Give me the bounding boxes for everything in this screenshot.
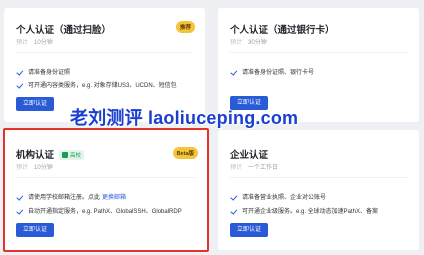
requirement-item: 请准备身份证照、银行卡号 (230, 67, 314, 76)
verify-now-button[interactable]: 立即认证 (230, 223, 268, 237)
time-value: 一个工作日 (248, 165, 279, 171)
requirement-item: 请准备身份证照 (16, 67, 70, 76)
verify-now-button[interactable]: 立即认证 (16, 223, 54, 237)
check-icon (230, 193, 237, 200)
check-icon (230, 207, 237, 214)
requirement-item: 请使用学校邮箱注册。点此 更换邮箱 (16, 192, 126, 201)
divider (16, 52, 193, 53)
check-icon (230, 68, 237, 75)
estimated-time: 预计 10分钟 (16, 37, 53, 46)
requirement-item: 请准备营业执照、企业对公账号 (230, 192, 326, 201)
change-email-link[interactable]: 更换邮箱 (102, 192, 126, 201)
card-title: 个人认证（通过银行卡） (230, 25, 335, 36)
time-label: 预计 (16, 165, 29, 171)
divider (230, 52, 407, 53)
divider (16, 177, 196, 178)
time-value: 10分钟 (34, 40, 53, 46)
card-organization: 机构认证 高校 Beta版 预计 10分钟 请使用学校邮箱注册。点此 更换邮箱 自动开… (4, 130, 208, 250)
estimated-time: 预计 10分钟 (16, 162, 53, 171)
divider (230, 177, 407, 178)
estimated-time: 预计 30分钟 (230, 37, 267, 46)
check-icon (16, 193, 23, 200)
school-icon (62, 152, 69, 159)
time-label: 预计 (230, 40, 243, 46)
requirement-item: 自动开通指定服务，e.g. PathX、GlobalSSH、GlobalRDP (16, 206, 182, 215)
time-value: 30分钟 (248, 40, 267, 46)
card-enterprise: 企业认证 预计 一个工作日 请准备营业执照、企业对公账号 可开通企业级服务。e.g… (218, 130, 419, 250)
recommended-badge: 推荐 (175, 21, 195, 33)
watermark-text: 老刘测评 laoliuceping.com (70, 108, 299, 128)
card-title: 个人认证（通过扫脸） (16, 25, 112, 36)
check-icon (16, 68, 23, 75)
time-label: 预计 (230, 165, 243, 171)
check-icon (16, 207, 23, 214)
time-label: 预计 (16, 40, 29, 46)
beta-badge: Beta版 (172, 147, 198, 159)
time-value: 10分钟 (34, 165, 53, 171)
requirement-item: 可开通内容类服务，e.g. 对象存储US3、UCDN、短信包 (16, 80, 177, 89)
requirement-item: 可开通企业级服务。e.g. 全球动态加速PathX、备案 (230, 206, 378, 215)
university-tag: 高校 (59, 150, 85, 161)
card-title: 企业认证 (230, 150, 269, 161)
estimated-time: 预计 一个工作日 (230, 162, 278, 171)
card-title: 机构认证 高校 (16, 147, 85, 161)
verify-now-button[interactable]: 立即认证 (16, 97, 54, 111)
check-icon (16, 81, 23, 88)
